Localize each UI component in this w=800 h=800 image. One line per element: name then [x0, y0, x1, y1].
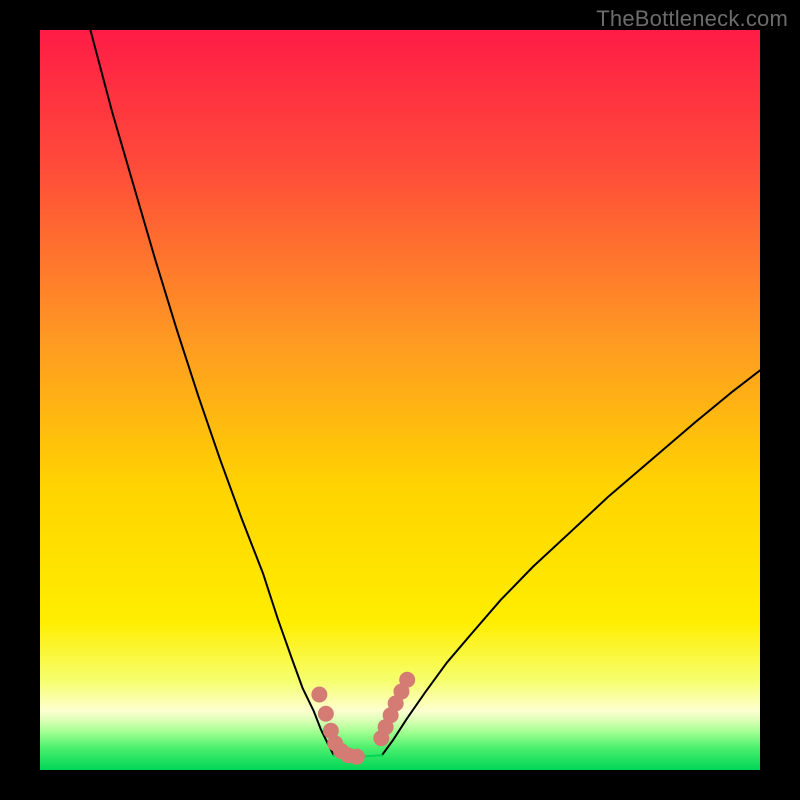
marker-left-dots: [349, 749, 365, 765]
watermark-text: TheBottleneck.com: [596, 6, 788, 32]
chart-stage: TheBottleneck.com: [0, 0, 800, 800]
marker-right-dots: [399, 672, 415, 688]
chart-plot-area: [40, 30, 760, 770]
gradient-background: [40, 30, 760, 770]
marker-left-dots: [311, 687, 327, 703]
marker-left-dots: [318, 706, 334, 722]
chart-svg: [40, 30, 760, 770]
